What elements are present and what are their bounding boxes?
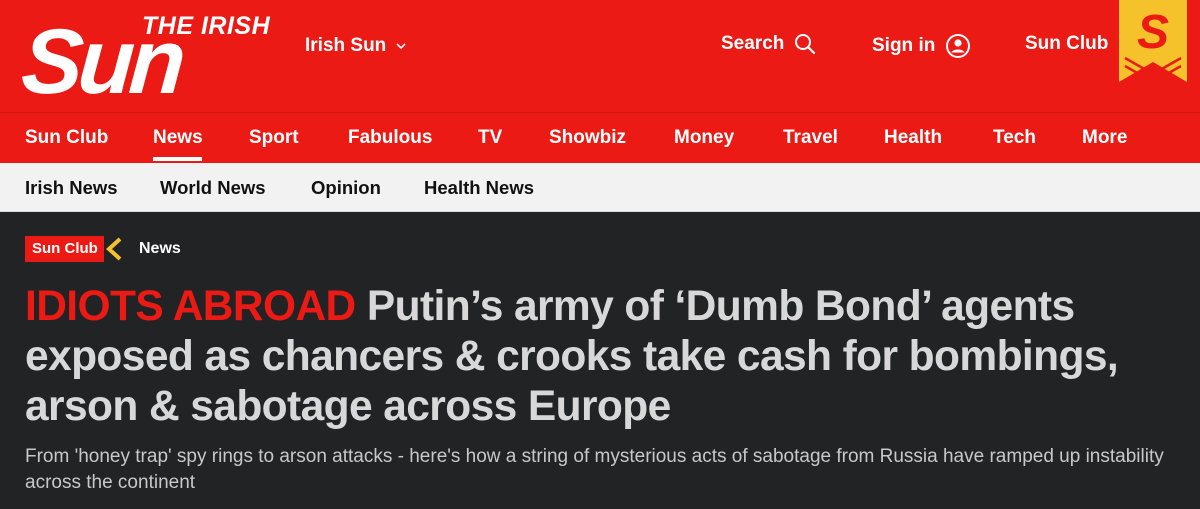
user-account-icon [946,34,971,58]
nav-item-tv[interactable]: TV [478,127,502,149]
article-standfirst: From 'honey trap' spy rings to arson att… [25,446,1164,493]
chevron-down-icon [396,43,406,50]
logo-sun-text: Sun [18,11,185,113]
search-button[interactable]: Search [721,33,816,55]
nav-item-health[interactable]: Health [884,127,942,149]
nav-item-news[interactable]: News [153,127,203,149]
nav-item-more[interactable]: More [1082,127,1127,149]
sun-club-header-link[interactable]: Sun Club [1025,33,1108,55]
subnav-item-health-news[interactable]: Health News [424,177,534,199]
irish-sun-logo[interactable]: THE IRISH Sun [18,10,292,113]
nav-item-tech[interactable]: Tech [993,127,1036,149]
sun-club-chevron-icon [105,237,122,261]
section-tag-news[interactable]: News [139,240,181,258]
search-label: Search [721,33,785,54]
edition-selector[interactable]: Irish Sun [305,35,408,57]
article-headline[interactable]: IDIOTS ABROAD Putin’s army of ‘Dumb Bond… [25,282,1175,432]
nav-item-fabulous[interactable]: Fabulous [348,127,432,149]
sun-badge-letter: S [1137,6,1169,59]
nav-item-sport[interactable]: Sport [249,127,299,149]
sun-club-header-label: Sun Club [1025,33,1109,54]
nav-item-showbiz[interactable]: Showbiz [549,127,626,149]
subnav-item-irish-news[interactable]: Irish News [25,177,118,199]
top-header: THE IRISH Sun Irish Sun Search Sign in S… [0,0,1200,113]
nav-item-sun-club[interactable]: Sun Club [25,127,108,149]
sub-navigation: Irish News World News Opinion Health New… [0,163,1200,212]
edition-label: Irish Sun [305,35,387,56]
headline-kicker: IDIOTS ABROAD [25,283,356,330]
sign-in-label: Sign in [872,35,936,56]
sun-club-tag[interactable]: Sun Club [25,236,124,262]
subnav-item-world-news[interactable]: World News [160,177,266,199]
article-hero: Sun Club News IDIOTS ABROAD Putin’s army… [0,212,1200,509]
subnav-item-opinion[interactable]: Opinion [311,177,381,199]
search-icon [795,34,816,55]
sun-club-tag-label: Sun Club [25,236,104,262]
main-navigation: Sun Club News Sport Fabulous TV Showbiz … [0,113,1200,163]
nav-item-travel[interactable]: Travel [783,127,838,149]
sign-in-button[interactable]: Sign in [872,33,971,59]
sun-club-badge-icon[interactable]: S [1119,0,1187,82]
nav-item-money[interactable]: Money [674,127,734,149]
active-tab-indicator [153,157,202,161]
